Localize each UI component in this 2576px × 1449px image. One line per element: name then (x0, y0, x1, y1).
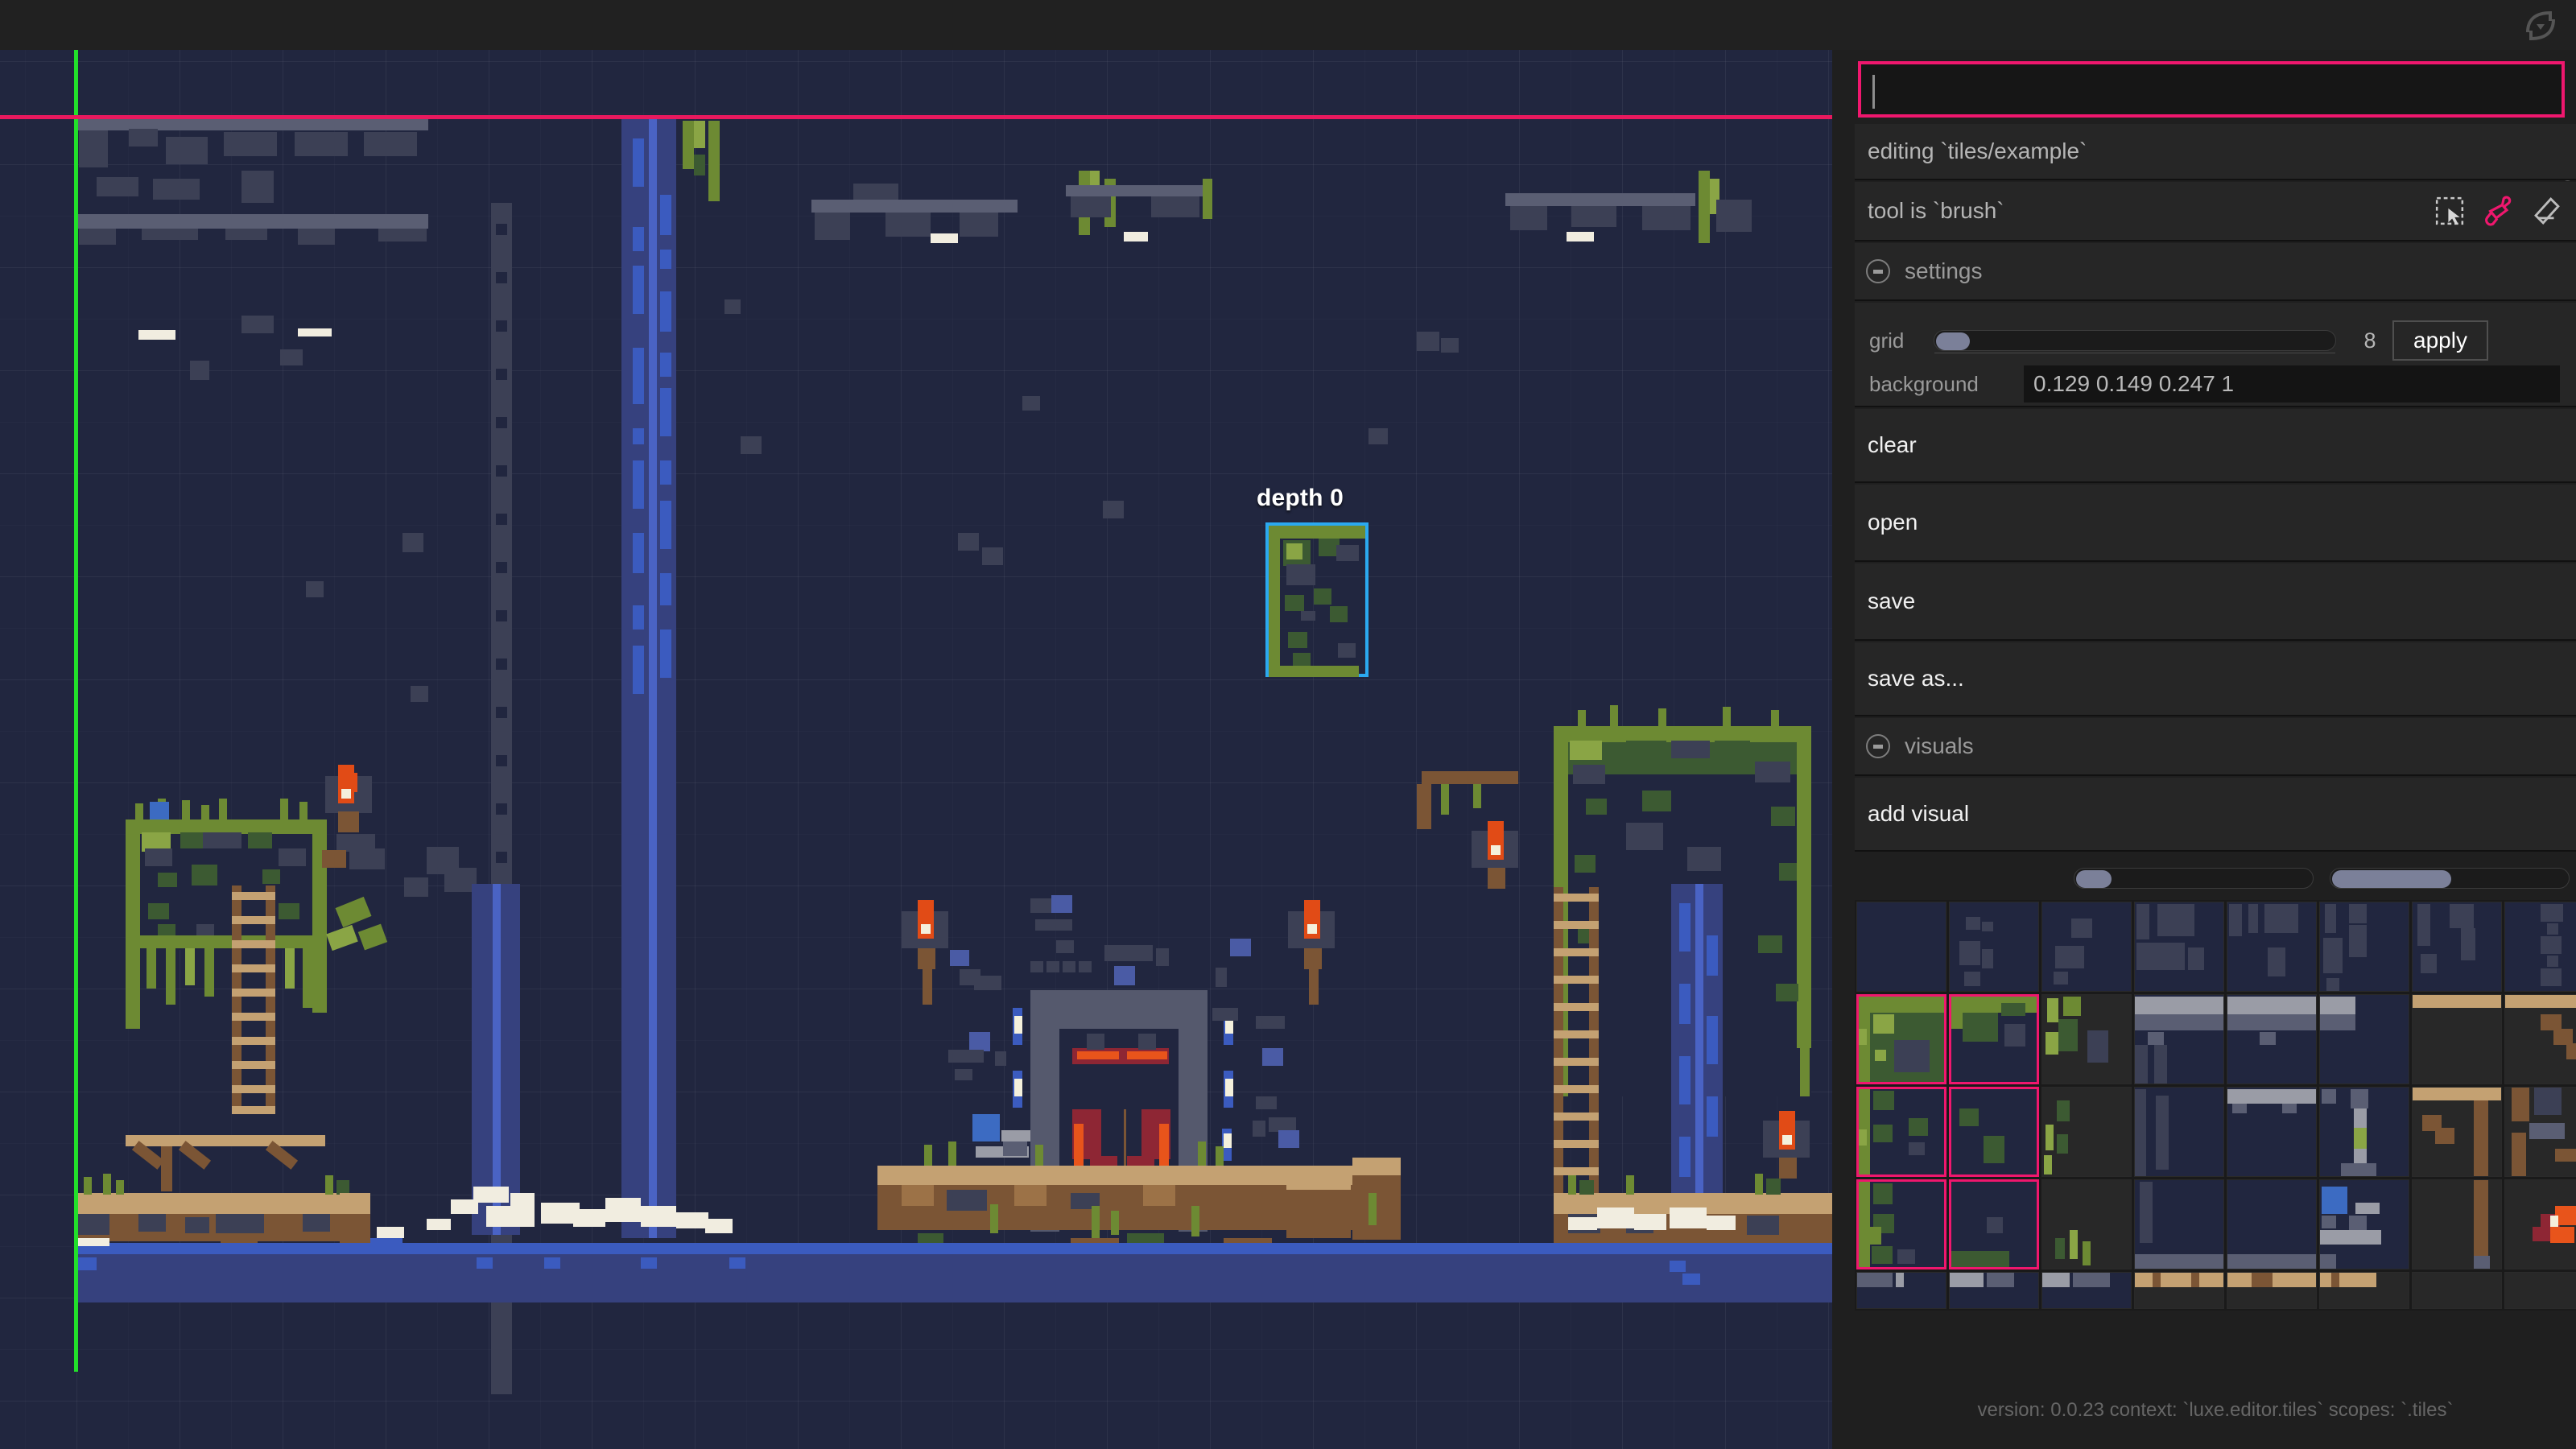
grid-field: grid 8 apply (1869, 320, 2488, 361)
tool-label: tool is `brush` (1868, 198, 2004, 223)
settings-body: grid 8 apply background (1855, 303, 2576, 407)
palette-tile[interactable] (2041, 902, 2132, 992)
palette-tile[interactable] (2319, 1272, 2409, 1309)
clear-row[interactable]: clear (1855, 409, 2576, 483)
palette-tile[interactable] (2227, 1272, 2317, 1309)
grid-slider[interactable] (1934, 330, 2336, 353)
save-as-label: save as... (1868, 666, 1964, 691)
save-as-row[interactable]: save as... (1855, 642, 2576, 716)
palette-tile[interactable] (2504, 1272, 2576, 1309)
palette-tile[interactable] (2319, 1087, 2409, 1177)
editor-window: depth 0 editing `tiles/example` tool is … (0, 0, 2576, 1449)
settings-header[interactable]: settings (1855, 243, 2576, 301)
palette-tile[interactable] (2504, 1087, 2576, 1177)
palette-slider-group (1855, 852, 2576, 900)
palette-tile[interactable] (2134, 994, 2224, 1084)
add-visual-label: add visual (1868, 801, 1970, 826)
palette-tile[interactable] (2227, 1179, 2317, 1269)
palette-tile[interactable] (2412, 994, 2502, 1084)
reload-icon[interactable] (2523, 8, 2558, 43)
collapse-icon[interactable] (1866, 259, 1890, 283)
visuals-label: visuals (1905, 733, 1974, 758)
eraser-icon[interactable] (2531, 196, 2562, 226)
palette-tile[interactable] (2041, 1272, 2132, 1309)
palette-tile-selected[interactable] (1856, 1087, 1946, 1177)
text-caret (1872, 75, 1875, 109)
palette-tile-selected[interactable] (1856, 1179, 1946, 1269)
palette-tile[interactable] (1949, 902, 2039, 992)
background-label: background (1869, 371, 1979, 396)
palette-grid[interactable] (1855, 900, 2576, 1311)
palette-tile-selected[interactable] (1949, 1087, 2039, 1177)
palette-tile[interactable] (2319, 1179, 2409, 1269)
palette-tile[interactable] (1856, 902, 1946, 992)
palette-tile[interactable] (2504, 1179, 2576, 1269)
palette-tile-selected[interactable] (1949, 1179, 2039, 1269)
grid-value: 8 (2363, 328, 2376, 353)
brush-preview-outline[interactable] (1265, 522, 1368, 677)
palette-tile[interactable] (2319, 994, 2409, 1084)
top-bar (0, 0, 2576, 50)
open-row[interactable]: open (1855, 485, 2576, 562)
tool-row: tool is `brush` (1855, 182, 2576, 242)
editing-row: editing `tiles/example` (1855, 124, 2576, 180)
palette-tile-selected[interactable] (1949, 994, 2039, 1084)
palette-tile[interactable] (2412, 1179, 2502, 1269)
palette-tile[interactable] (1949, 1272, 2039, 1309)
save-label: save (1868, 588, 1916, 613)
palette-scroll-slider[interactable] (2330, 868, 2570, 889)
palette-tile[interactable] (2227, 994, 2317, 1084)
palette-tile[interactable] (1856, 1272, 1946, 1309)
add-visual-row[interactable]: add visual (1855, 778, 2576, 852)
status-bar: version: 0.0.23 context: `luxe.editor.ti… (1855, 1372, 2576, 1449)
palette-tile[interactable] (2134, 902, 2224, 992)
editor-panel: editing `tiles/example` tool is `brush` (1855, 50, 2576, 1449)
palette-tile[interactable] (2412, 902, 2502, 992)
brush-icon[interactable] (2483, 196, 2513, 226)
axis-y-line (74, 50, 78, 1372)
save-row[interactable]: save (1855, 564, 2576, 641)
tool-icon-group (2434, 196, 2562, 226)
palette-tile[interactable] (2134, 1179, 2224, 1269)
status-text: version: 0.0.23 context: `luxe.editor.ti… (1977, 1399, 2454, 1421)
axis-x-line (0, 115, 1832, 119)
grid-label: grid (1869, 328, 1905, 353)
palette-tile[interactable] (2041, 1179, 2132, 1269)
collapse-icon[interactable] (1866, 734, 1890, 758)
open-label: open (1868, 510, 1918, 535)
palette-tile[interactable] (2134, 1272, 2224, 1309)
command-input[interactable] (1858, 61, 2565, 118)
background-input[interactable] (2024, 365, 2560, 402)
settings-label: settings (1905, 258, 1983, 283)
apply-button[interactable]: apply (2392, 320, 2488, 361)
depth-label: depth 0 (1257, 485, 1344, 511)
clear-label: clear (1868, 432, 1917, 457)
palette-tile[interactable] (2041, 994, 2132, 1084)
palette-tile[interactable] (2319, 902, 2409, 992)
palette-tile[interactable] (2041, 1087, 2132, 1177)
grid-slider-thumb[interactable] (1936, 332, 1970, 350)
palette-tile-selected[interactable] (1856, 994, 1946, 1084)
palette-tile[interactable] (2227, 902, 2317, 992)
palette-tile[interactable] (2134, 1087, 2224, 1177)
palette-tile[interactable] (2504, 994, 2576, 1084)
select-icon[interactable] (2434, 196, 2465, 226)
level-canvas[interactable]: depth 0 (0, 50, 1832, 1449)
palette-tile[interactable] (2504, 902, 2576, 992)
editing-label: editing `tiles/example` (1868, 138, 2087, 163)
palette-tile[interactable] (2227, 1087, 2317, 1177)
visuals-header[interactable]: visuals (1855, 718, 2576, 776)
tile-palette (1855, 852, 2576, 1368)
background-field: background (1869, 365, 2560, 402)
palette-tile[interactable] (2412, 1272, 2502, 1309)
palette-tile[interactable] (2412, 1087, 2502, 1177)
palette-zoom-slider[interactable] (2074, 868, 2314, 889)
